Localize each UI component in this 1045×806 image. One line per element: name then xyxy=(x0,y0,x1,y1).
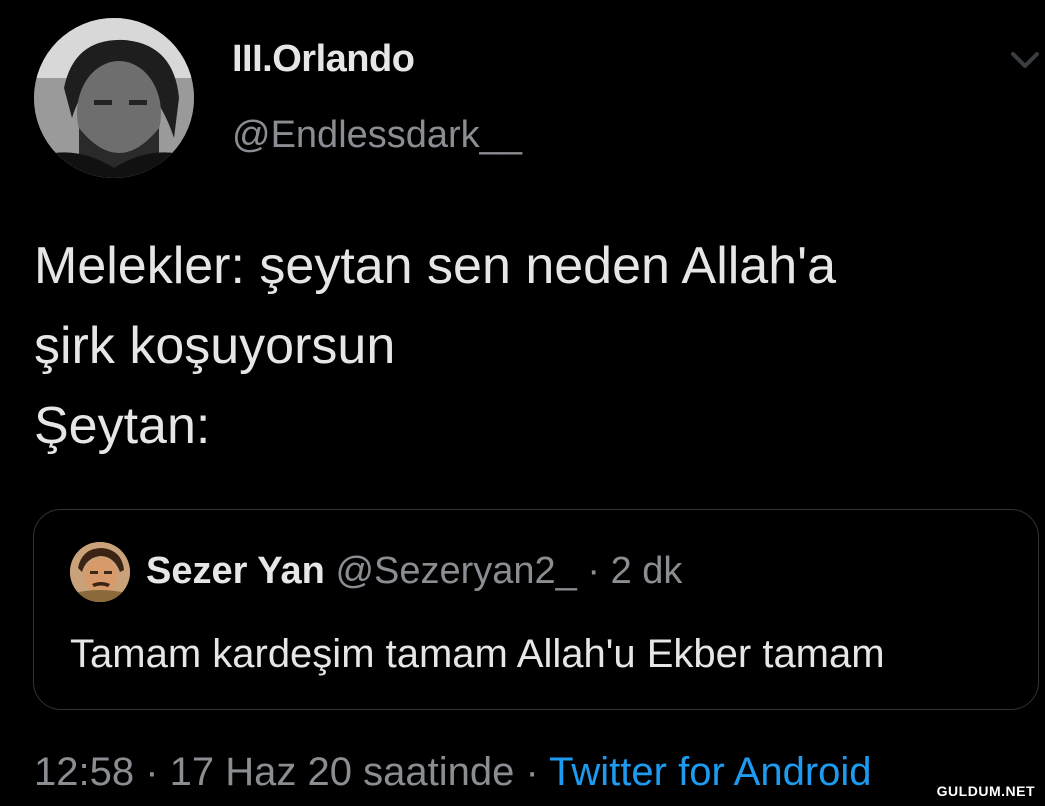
tweet-text-line: Şeytan: xyxy=(34,397,211,455)
author-avatar[interactable] xyxy=(34,18,194,178)
quoted-author-avatar-image xyxy=(70,542,130,602)
tweet-timestamp[interactable]: 12:58 · 17 Haz 20 saatinde xyxy=(34,750,514,794)
quoted-author-avatar[interactable] xyxy=(70,542,130,602)
tweet-text-line: şirk koşuyorsun xyxy=(34,317,396,375)
quoted-header-separator: · xyxy=(576,550,611,592)
quoted-author-display-name[interactable]: Sezer Yan xyxy=(146,550,325,592)
quoted-author-handle[interactable]: @Sezeryan2_ xyxy=(335,550,576,592)
chevron-down-icon[interactable] xyxy=(1005,40,1045,80)
tweet-text: Melekler: şeytan sen neden Allah'a şirk … xyxy=(34,226,1039,466)
author-handle[interactable]: @Endlessdark__ xyxy=(232,114,522,157)
quoted-tweet-card[interactable]: Sezer Yan @Sezeryan2_ · 2 dk Tamam karde… xyxy=(33,509,1039,710)
meta-separator: · xyxy=(514,750,550,794)
author-avatar-image xyxy=(34,18,194,178)
watermark: GULDUM.NET xyxy=(932,782,1039,800)
quoted-tweet-time[interactable]: 2 dk xyxy=(611,550,683,592)
author-display-name[interactable]: III.Orlando xyxy=(232,38,415,81)
tweet-source-link[interactable]: Twitter for Android xyxy=(549,750,871,794)
tweet-text-line: Melekler: şeytan sen neden Allah'a xyxy=(34,237,836,295)
quoted-tweet-header: Sezer Yan @Sezeryan2_ · 2 dk xyxy=(146,550,682,593)
tweet-meta: 12:58 · 17 Haz 20 saatinde · Twitter for… xyxy=(34,750,872,795)
quoted-tweet-text: Tamam kardeşim tamam Allah'u Ekber tamam xyxy=(70,632,885,676)
